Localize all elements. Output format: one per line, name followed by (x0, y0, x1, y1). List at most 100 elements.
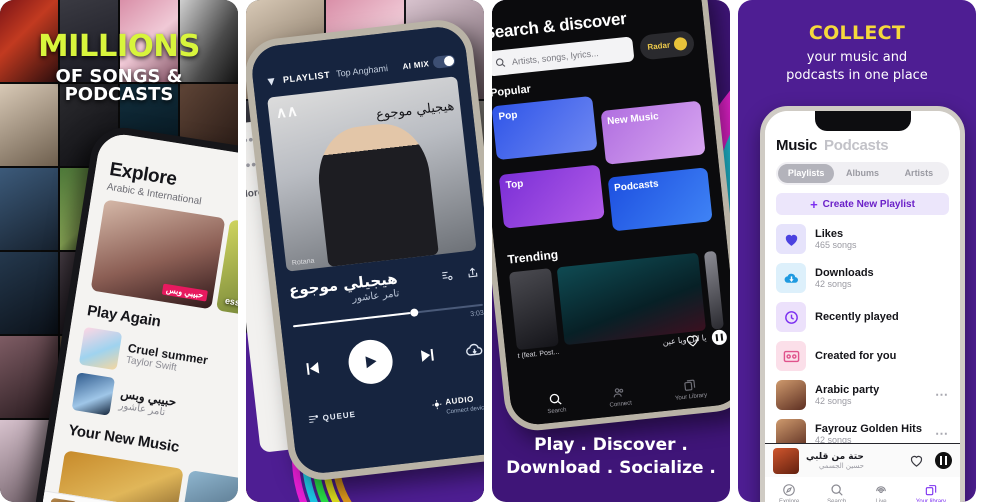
nav-item-your-library[interactable]: Your Library (673, 377, 707, 402)
search-input[interactable]: Artists, songs, lyrics... (492, 36, 635, 77)
list-item[interactable]: Likes 465 songs (776, 224, 949, 254)
ai-mix-control[interactable]: AI MIX (402, 54, 456, 72)
audio-button[interactable]: AUDIO Connect devices (430, 387, 484, 417)
overflow-menu-icon[interactable]: ⋯ (935, 387, 949, 403)
nav-item-your-library[interactable]: Your library (916, 483, 946, 502)
trending-item[interactable]: Ano (703, 250, 725, 342)
pause-icon[interactable] (935, 452, 952, 469)
mini-player[interactable]: حتة من قلبي حسين الجسمي (765, 443, 960, 477)
cover-watermark: Rotana (291, 257, 315, 268)
ai-mix-toggle[interactable] (432, 54, 456, 69)
nav-label: Connect (609, 400, 633, 409)
playlist-artwork (776, 380, 806, 410)
list-item[interactable]: Created for you (776, 341, 949, 371)
album-artwork (71, 372, 116, 416)
pause-icon[interactable] (711, 329, 728, 346)
nav-item-search[interactable]: Search (827, 483, 846, 502)
radar-label: Radar (647, 40, 671, 52)
category-card-podcasts[interactable]: Podcasts (607, 167, 713, 232)
audio-sublabel: Connect devices (446, 404, 484, 416)
heart-icon[interactable] (909, 453, 924, 468)
tab-podcasts[interactable]: Podcasts (824, 137, 889, 154)
segmented-control: Playlists Albums Artists (776, 162, 949, 185)
panel-1-headline: MILLIONS (38, 29, 200, 64)
explore-hero-carousel[interactable]: حبيبي وبس essentials (90, 199, 238, 320)
lyrics-icon[interactable] (440, 268, 454, 282)
trending-artwork (703, 250, 724, 330)
screenshot-panel-player[interactable]: ••• ••• More ▼ PLAYLIST Top Anghami AI M… (246, 0, 484, 502)
label-logo-icon: ∧∧ (274, 102, 299, 122)
playlist-meta: 42 songs (815, 279, 852, 289)
list-item[interactable]: Recently played (776, 302, 949, 332)
bottom-navigation: Explore Search Live Your library (765, 477, 960, 502)
playback-controls (296, 327, 484, 392)
nav-item-explore[interactable]: Explore (779, 483, 799, 502)
cloud-download-icon[interactable] (464, 339, 484, 360)
cloud-download-icon (776, 263, 806, 293)
mini-player-title: حتة من قلبي (806, 451, 864, 462)
queue-button[interactable]: QUEUE (307, 408, 356, 424)
audio-label: AUDIO (444, 394, 475, 407)
panel-4-subheadline-line-2: podcasts in one place (786, 67, 928, 83)
radar-button[interactable]: Radar (639, 30, 696, 61)
player-footer: QUEUE AUDIO Connect devices (302, 386, 484, 431)
new-music-card[interactable] (176, 469, 238, 502)
previous-icon[interactable] (301, 357, 323, 379)
album-artwork (78, 326, 123, 371)
playlist-name: Likes (815, 228, 844, 240)
category-card-new-music[interactable]: New Music (600, 100, 706, 165)
mosaic-tile (0, 336, 58, 418)
segment-artists[interactable]: Artists (891, 164, 947, 183)
caption-line-1: Play . Discover . (534, 435, 688, 456)
category-grid: Pop New Music Top Podcasts (492, 85, 713, 243)
list-item[interactable]: Downloads 42 songs (776, 263, 949, 293)
phone-mockup-search: Search & discover Artists, songs, lyrics… (492, 0, 730, 434)
hero-card-tag: حبيبي وبس (161, 283, 208, 302)
mini-player-artwork (47, 497, 78, 502)
trending-artwork (556, 252, 706, 346)
chevron-down-icon[interactable]: ▼ (264, 74, 277, 89)
mosaic-tile (0, 168, 58, 250)
panel-4-headline: COLLECT (808, 22, 906, 44)
play-button[interactable] (345, 337, 395, 387)
heart-icon (776, 224, 806, 254)
screenshot-panel-millions[interactable]: MILLIONS OF SONGS & PODCASTS Explore Ara… (0, 0, 238, 502)
create-playlist-label: Create New Playlist (822, 198, 915, 210)
progress-handle[interactable] (410, 308, 420, 317)
next-icon[interactable] (417, 344, 439, 366)
list-item[interactable]: Arabic party 42 songs ⋯ (776, 380, 949, 410)
nav-item-search[interactable]: Search (546, 391, 567, 415)
queue-label: QUEUE (322, 409, 357, 423)
cover-artist-photo (313, 118, 439, 267)
clock-icon (776, 302, 806, 332)
share-icon[interactable] (465, 265, 480, 280)
segment-playlists[interactable]: Playlists (778, 164, 835, 183)
trending-artwork (508, 268, 559, 351)
album-cover-art: ∧∧ هيجيلي موجوع Rotana (267, 76, 477, 272)
playlist-name: Arabic party (815, 384, 880, 396)
hero-card[interactable]: حبيبي وبس (90, 199, 226, 310)
category-card-top[interactable]: Top (498, 164, 605, 229)
playlist-meta: 465 songs (815, 240, 857, 250)
category-label: New Music (606, 111, 660, 128)
category-card-pop[interactable]: Pop (492, 95, 598, 161)
nav-item-connect[interactable]: Connect (608, 385, 633, 409)
search-icon (494, 57, 506, 69)
create-new-playlist-button[interactable]: + Create New Playlist (776, 193, 949, 215)
nav-item-live[interactable]: Live (874, 483, 888, 502)
overflow-menu-icon[interactable]: ⋯ (935, 426, 949, 442)
category-label: Podcasts (613, 178, 660, 195)
tab-music[interactable]: Music (776, 137, 817, 154)
playlist-name: Fayrouz Golden Hits (815, 423, 922, 435)
nav-label: Your Library (674, 392, 708, 402)
segment-albums[interactable]: Albums (834, 164, 890, 183)
playlist-label: PLAYLIST (282, 69, 331, 85)
panel-4-heading-block: COLLECT your music and podcasts in one p… (738, 22, 976, 84)
cover-arabic-title: هيجيلي موجوع (375, 98, 456, 123)
screenshot-panel-collect[interactable]: COLLECT your music and podcasts in one p… (738, 0, 976, 502)
mosaic-tile (0, 252, 58, 334)
category-label: Pop (498, 109, 519, 123)
ai-mix-label: AI MIX (401, 58, 430, 71)
heart-icon[interactable] (684, 332, 700, 348)
screenshot-panel-search[interactable]: Search & discover Artists, songs, lyrics… (492, 0, 730, 502)
